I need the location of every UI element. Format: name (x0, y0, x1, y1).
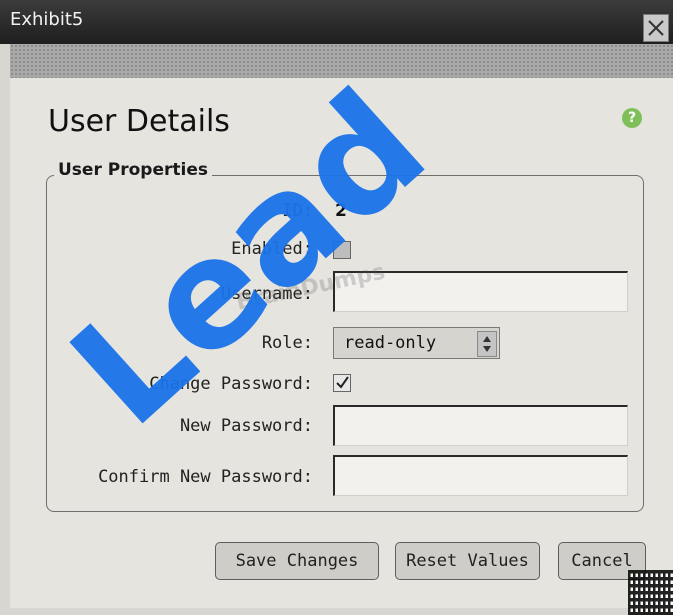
role-select-value: read-only (344, 333, 437, 353)
dialog-drag-handle[interactable] (10, 44, 673, 79)
checkmark-icon (336, 376, 349, 389)
close-button[interactable] (643, 14, 669, 42)
window-title-bar: Exhibit5 (0, 0, 673, 44)
enabled-checkbox[interactable] (333, 241, 351, 259)
reset-values-button[interactable]: Reset Values (395, 542, 540, 580)
username-field[interactable] (333, 271, 628, 312)
updown-arrows-icon (477, 331, 497, 357)
id-value: 2 (335, 201, 347, 221)
window-title: Exhibit5 (10, 9, 84, 30)
role-select[interactable]: read-only (333, 327, 500, 359)
user-details-dialog: User Details ? User Properties ID: 2 Ena… (10, 78, 673, 608)
qr-code (628, 570, 673, 615)
confirm-password-field[interactable] (333, 455, 628, 496)
role-label: Role: (261, 333, 313, 353)
enabled-label: Enabled: (231, 239, 313, 259)
new-password-field[interactable] (333, 405, 628, 446)
section-legend: User Properties (54, 160, 212, 180)
dialog-title: User Details (48, 104, 230, 139)
username-label: Username: (220, 284, 313, 304)
new-password-label: New Password: (179, 416, 313, 436)
close-icon (648, 20, 664, 36)
confirm-password-label: Confirm New Password: (98, 467, 313, 487)
change-password-checkbox[interactable] (333, 374, 351, 392)
id-label: ID: (282, 201, 313, 221)
change-password-label: Change Password: (149, 374, 313, 394)
save-changes-button[interactable]: Save Changes (215, 542, 379, 580)
help-icon[interactable]: ? (622, 108, 642, 128)
